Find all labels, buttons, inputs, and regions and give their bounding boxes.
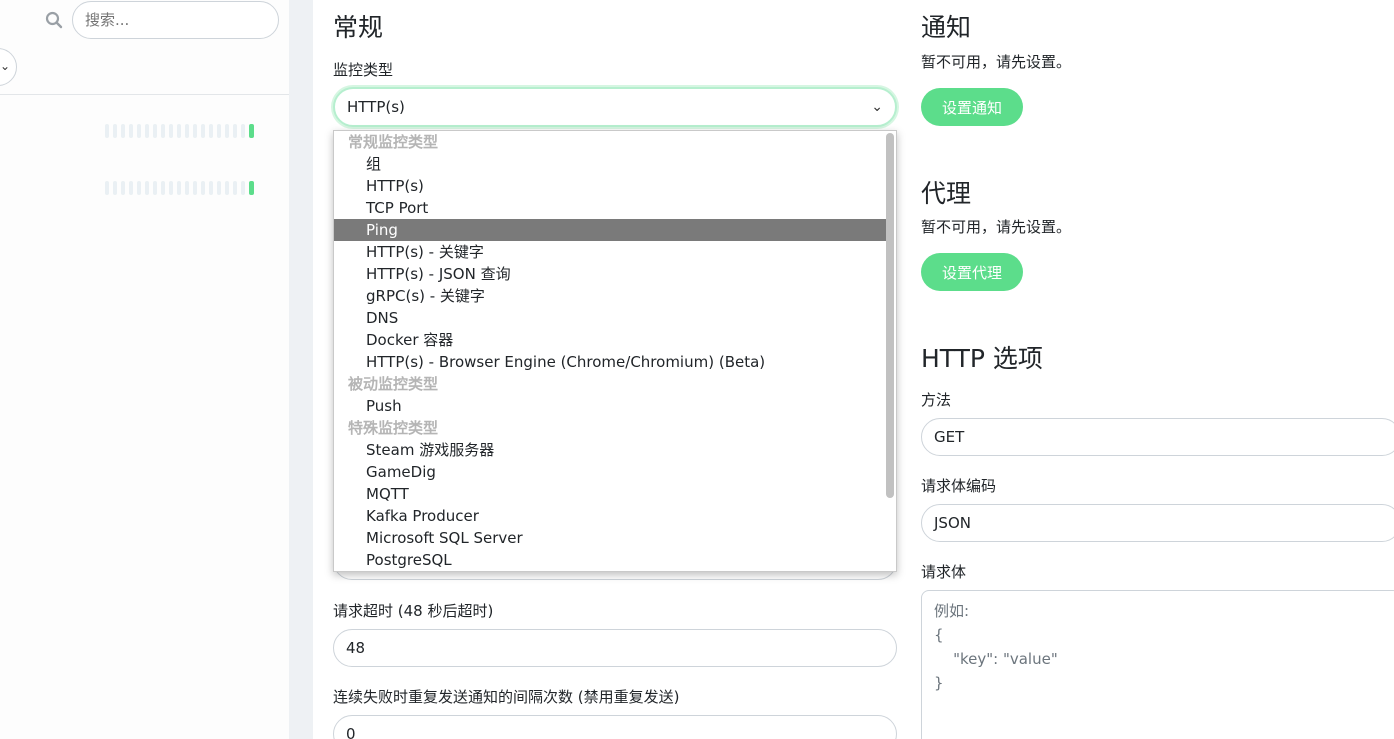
method-label: 方法 [921,391,952,409]
dropdown-option[interactable]: Microsoft SQL Server [334,527,886,549]
body-label: 请求体 [921,563,967,581]
dropdown-group-label: 常规监控类型 [348,133,439,151]
dropdown-group-label: 被动监控类型 [348,375,439,393]
dropdown-option[interactable]: DNS [334,307,886,329]
dropdown-option[interactable]: Docker 容器 [334,329,886,351]
search-input[interactable] [72,1,279,39]
dropdown-group-label: 特殊监控类型 [348,419,439,437]
section-title-general: 常规 [333,13,384,42]
dropdown-option[interactable]: MQTT [334,483,886,505]
method-select[interactable]: GET [921,418,1394,456]
dropdown-option[interactable]: Push [334,395,886,417]
dropdown-option[interactable]: Steam 游戏服务器 [334,439,886,461]
search-icon [45,11,63,29]
body-textarea[interactable]: 例如: { "key": "value" } [921,590,1394,739]
timeout-label: 请求超时 (48 秒后超时) [333,602,494,620]
setup-proxy-button[interactable]: 设置代理 [921,253,1024,291]
body-encoding-select[interactable]: JSON [921,504,1394,542]
heartbeat-bar [105,181,254,195]
section-title-notifications: 通知 [921,13,972,42]
dropdown-option[interactable]: HTTP(s) [334,175,886,197]
dropdown-list: 常规监控类型组 HTTP(s) TCP Port Ping HTTP(s) - 关键字 H… [334,131,886,571]
divider [0,94,289,95]
dropdown-option[interactable]: PostgreSQL [334,549,886,571]
dropdown-option[interactable]: HTTP(s) - Browser Engine (Chrome/Chromiu… [334,351,886,373]
section-title-proxy: 代理 [921,179,972,208]
proxy-unavailable-text: 暂不可用，请先设置。 [921,218,1072,236]
dropdown-option[interactable]: HTTP(s) - JSON 查询 [334,263,886,285]
monitor-type-value: HTTP(s) [347,98,405,116]
chevron-down-icon: ⌄ [0,59,10,73]
dropdown-option[interactable]: HTTP(s) - 关键字 [334,241,886,263]
timeout-input[interactable]: 48 [333,629,897,667]
body-encoding-label: 请求体编码 [921,477,997,495]
gutter [289,0,313,739]
monitor-type-select[interactable]: HTTP(s) ⌄ [333,87,897,127]
monitor-type-label: 监控类型 [333,61,394,79]
dropdown-option[interactable]: Ping [334,219,886,241]
dropdown-option[interactable]: GameDig [334,461,886,483]
sidebar: ⌄ [0,0,289,739]
dropdown-option[interactable]: 组 [334,153,886,175]
dropdown-option[interactable]: gRPC(s) - 关键字 [334,285,886,307]
heartbeat-bar [105,124,254,138]
dropdown-option[interactable]: Kafka Producer [334,505,886,527]
notifications-unavailable-text: 暂不可用，请先设置。 [921,53,1072,71]
filter-select[interactable]: ⌄ [0,48,17,86]
resend-input[interactable]: 0 [333,715,897,739]
chevron-down-icon: ⌄ [871,99,883,115]
section-title-http-options: HTTP 选项 [921,344,1043,373]
scrollbar[interactable] [886,133,894,498]
setup-notification-button[interactable]: 设置通知 [921,88,1024,126]
edit-monitor-form: 常规 监控类型 HTTP(s) ⌄ 请求超时 (48 秒后超时) 48 连续失败… [313,0,1394,739]
dropdown-option[interactable]: TCP Port [334,197,886,219]
resend-label: 连续失败时重复发送通知的间隔次数 (禁用重复发送) [333,688,680,706]
monitor-type-dropdown[interactable]: 常规监控类型组 HTTP(s) TCP Port Ping HTTP(s) - 关键字 H… [333,130,897,572]
